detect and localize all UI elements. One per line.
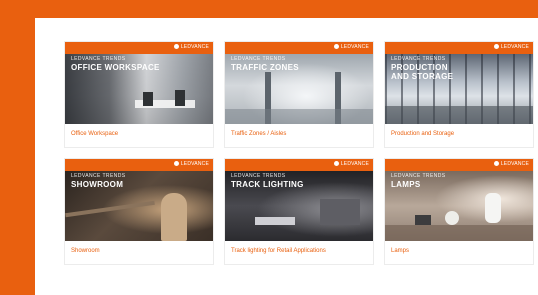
card-caption-link[interactable]: Production and Storage bbox=[391, 131, 454, 137]
card-tag: LEDVANCE TRENDS bbox=[71, 173, 126, 179]
brand-dot-icon bbox=[333, 44, 339, 50]
card-header: LEDVANCE bbox=[385, 42, 533, 54]
card-office-workspace[interactable]: LEDVANCE LEDVANCE TRENDS OFFICE WORKSPAC… bbox=[65, 42, 213, 147]
card-image[interactable]: LEDVANCE TRENDS LAMPS bbox=[385, 171, 533, 241]
card-lamps[interactable]: LEDVANCE LEDVANCE TRENDS LAMPS Lamps bbox=[385, 159, 533, 264]
brand-name: LEDVANCE bbox=[500, 44, 529, 50]
card-image[interactable]: LEDVANCE TRENDS PRODUCTION AND STORAGE bbox=[385, 54, 533, 124]
card-header: LEDVANCE bbox=[225, 159, 373, 171]
lamp-shape bbox=[485, 193, 501, 223]
brand-logo: LEDVANCE bbox=[333, 161, 369, 167]
brand-name: LEDVANCE bbox=[180, 161, 209, 167]
card-tag: LEDVANCE TRENDS bbox=[71, 56, 126, 62]
floor-shape bbox=[225, 109, 373, 124]
card-title: LAMPS bbox=[391, 180, 421, 189]
card-production-storage[interactable]: LEDVANCE LEDVANCE TRENDS PRODUCTION AND … bbox=[385, 42, 533, 147]
card-header: LEDVANCE bbox=[385, 159, 533, 171]
brand-name: LEDVANCE bbox=[180, 44, 209, 50]
card-track-lighting[interactable]: LEDVANCE LEDVANCE TRENDS TRACK LIGHTING … bbox=[225, 159, 373, 264]
card-title: PRODUCTION AND STORAGE bbox=[391, 63, 454, 81]
card-header: LEDVANCE bbox=[225, 42, 373, 54]
brand-logo: LEDVANCE bbox=[333, 44, 369, 50]
card-tag: LEDVANCE TRENDS bbox=[391, 56, 446, 62]
card-image[interactable]: LEDVANCE TRENDS OFFICE WORKSPACE bbox=[65, 54, 213, 124]
card-traffic-zones[interactable]: LEDVANCE LEDVANCE TRENDS TRAFFIC ZONES T… bbox=[225, 42, 373, 147]
statue-shape bbox=[161, 193, 187, 241]
card-title: SHOWROOM bbox=[71, 180, 124, 189]
brand-name: LEDVANCE bbox=[500, 161, 529, 167]
card-image[interactable]: LEDVANCE TRENDS TRAFFIC ZONES bbox=[225, 54, 373, 124]
chair-shape bbox=[175, 90, 185, 106]
brand-logo: LEDVANCE bbox=[493, 44, 529, 50]
card-tag: LEDVANCE TRENDS bbox=[231, 56, 286, 62]
brand-dot-icon bbox=[493, 44, 499, 50]
brand-dot-icon bbox=[493, 161, 499, 167]
card-title: TRAFFIC ZONES bbox=[231, 63, 299, 72]
brand-name: LEDVANCE bbox=[340, 161, 369, 167]
card-tag: LEDVANCE TRENDS bbox=[391, 173, 446, 179]
brand-logo: LEDVANCE bbox=[173, 161, 209, 167]
brand-dot-icon bbox=[173, 161, 179, 167]
brand-logo: LEDVANCE bbox=[173, 44, 209, 50]
floor-shape bbox=[385, 106, 533, 124]
card-caption-link[interactable]: Lamps bbox=[391, 248, 409, 254]
brand-dot-icon bbox=[173, 44, 179, 50]
card-caption-link[interactable]: Showroom bbox=[71, 248, 100, 254]
card-header: LEDVANCE bbox=[65, 42, 213, 54]
card-showroom[interactable]: LEDVANCE LEDVANCE TRENDS SHOWROOM Showro… bbox=[65, 159, 213, 264]
card-caption-link[interactable]: Track lighting for Retail Applications bbox=[231, 248, 326, 254]
card-caption-link[interactable]: Office Workspace bbox=[71, 131, 118, 137]
bulb-shape bbox=[445, 211, 459, 225]
card-image[interactable]: LEDVANCE TRENDS SHOWROOM bbox=[65, 171, 213, 241]
card-header: LEDVANCE bbox=[65, 159, 213, 171]
card-image[interactable]: LEDVANCE TRENDS TRACK LIGHTING bbox=[225, 171, 373, 241]
card-title: TRACK LIGHTING bbox=[231, 180, 304, 189]
card-caption-link[interactable]: Traffic Zones / Aisles bbox=[231, 131, 286, 137]
card-tag: LEDVANCE TRENDS bbox=[231, 173, 286, 179]
lamp-shape bbox=[415, 215, 431, 225]
content-area: LEDVANCE LEDVANCE TRENDS OFFICE WORKSPAC… bbox=[35, 18, 538, 295]
beam-shape bbox=[65, 200, 155, 218]
brand-name: LEDVANCE bbox=[340, 44, 369, 50]
table-shape bbox=[385, 225, 533, 241]
card-grid: LEDVANCE LEDVANCE TRENDS OFFICE WORKSPAC… bbox=[65, 42, 533, 264]
display-table-shape bbox=[255, 217, 295, 225]
chair-shape bbox=[143, 92, 153, 106]
brand-dot-icon bbox=[333, 161, 339, 167]
brand-logo: LEDVANCE bbox=[493, 161, 529, 167]
card-title: OFFICE WORKSPACE bbox=[71, 63, 160, 72]
shelf-shape bbox=[320, 199, 360, 225]
